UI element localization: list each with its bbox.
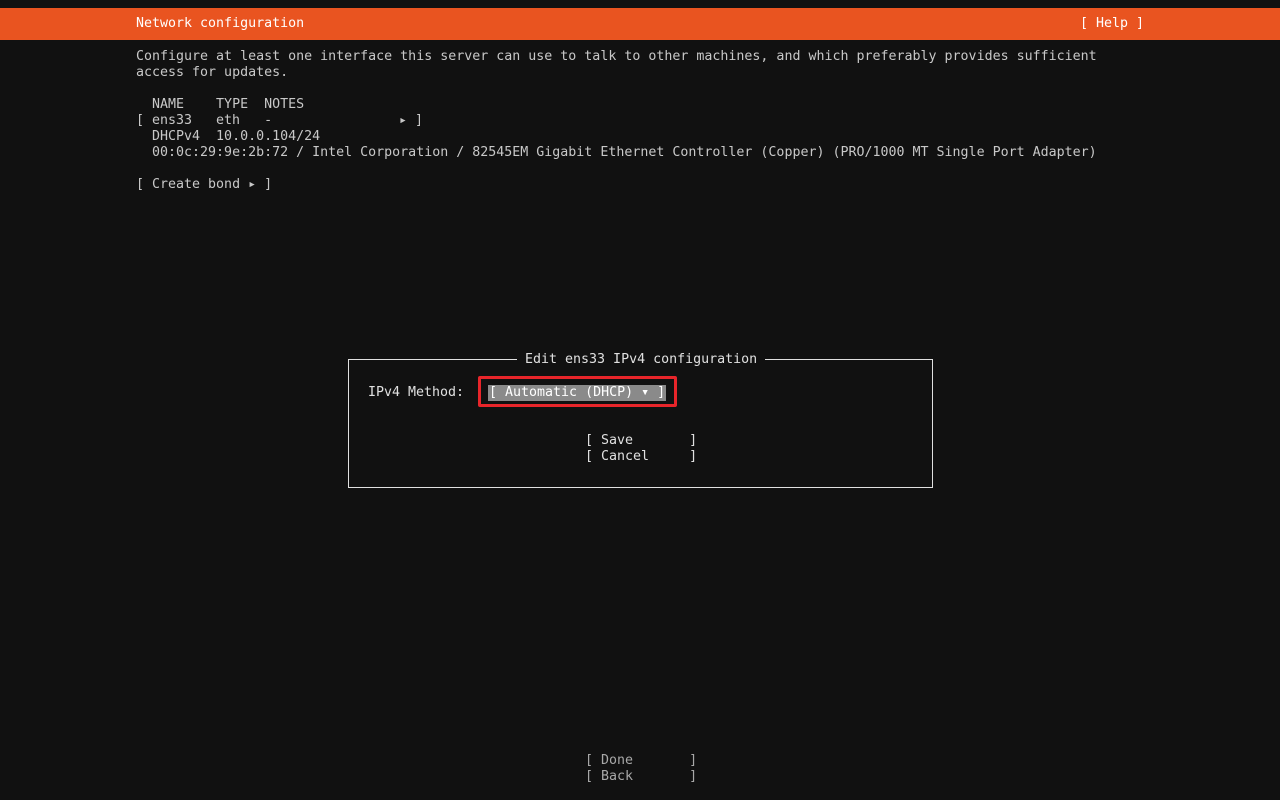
interface-dhcp-info: DHCPv4 10.0.0.104/24	[136, 129, 321, 144]
header-bar: Network configuration [ Help ]	[0, 8, 1280, 40]
row-bracket-open: [	[136, 113, 145, 128]
create-bond-button[interactable]: [ Create bond ▸ ]	[136, 177, 272, 193]
done-button[interactable]: [ Done ]	[585, 753, 697, 769]
interface-row-text: ens33 eth -	[152, 113, 273, 128]
interface-table-header: NAME TYPE NOTES	[136, 97, 305, 112]
cancel-button[interactable]: [ Cancel ]	[585, 449, 697, 465]
highlight-annotation-box	[478, 376, 677, 407]
help-button[interactable]: [ Help ]	[1080, 16, 1144, 32]
back-button[interactable]: [ Back ]	[585, 769, 697, 785]
dialog-title: Edit ens33 IPv4 configuration	[517, 352, 766, 368]
description-line-1: Configure at least one interface this se…	[136, 49, 1097, 64]
description-line-2: access for updates.	[136, 65, 289, 80]
interface-hardware-info: 00:0c:29:9e:2b:72 / Intel Corporation / …	[136, 145, 1097, 160]
ipv4-method-label: IPv4 Method:	[368, 385, 465, 400]
save-button[interactable]: [ Save ]	[585, 433, 697, 449]
row-expand-arrow-icon: ▸ ]	[399, 113, 424, 128]
page-title: Network configuration	[136, 16, 305, 31]
